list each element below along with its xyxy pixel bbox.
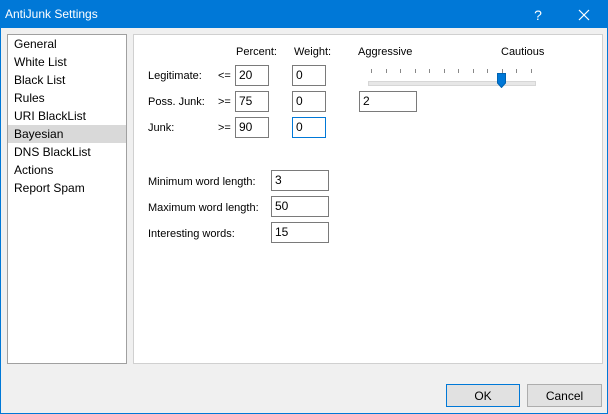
slider-tick [531,69,532,73]
sensitivity-slider-thumb[interactable] [497,73,506,88]
legitimate-label: Legitimate: [148,70,202,82]
nav-item-dns-blacklist[interactable]: DNS BlackList [8,143,126,161]
nav-item-white-list[interactable]: White List [8,53,126,71]
settings-window: AntiJunk Settings ? General White List B… [0,0,608,414]
junk-label: Junk: [148,122,175,134]
junk-operator: >= [218,122,231,134]
possible-junk-operator: >= [218,96,231,108]
help-icon: ? [534,6,542,23]
help-button[interactable]: ? [516,1,560,28]
slider-tick [444,69,445,73]
slider-tick [516,69,517,73]
nav-item-report-spam[interactable]: Report Spam [8,179,126,197]
nav-item-black-list[interactable]: Black List [8,71,126,89]
slider-tick [400,69,401,73]
bayesian-panel: Percent: Weight: Legitimate: <= 20 0 Pos… [133,34,603,364]
weight-column-header: Weight: [294,46,332,58]
nav-item-general[interactable]: General [8,35,126,53]
slider-tick [458,69,459,73]
cancel-button[interactable]: Cancel [527,384,602,407]
possible-junk-percent-input[interactable]: 75 [235,91,269,112]
ok-button[interactable]: OK [446,384,520,407]
max-word-length-input[interactable]: 50 [271,196,329,217]
slider-tick [371,69,372,73]
slider-cautious-label: Cautious [501,46,545,58]
nav-item-rules[interactable]: Rules [8,89,126,107]
slider-value-input[interactable]: 2 [359,91,417,112]
interesting-words-input[interactable]: 15 [271,222,329,243]
window-title: AntiJunk Settings [5,7,98,21]
min-word-length-label: Minimum word length: [148,176,256,188]
possible-junk-weight-input[interactable]: 0 [292,91,326,112]
slider-tick [473,69,474,73]
legitimate-percent-input[interactable]: 20 [235,65,269,86]
sensitivity-slider-track[interactable] [368,81,536,86]
slider-tick [487,69,488,73]
close-icon [578,9,590,20]
category-list[interactable]: General White List Black List Rules URI … [7,34,127,364]
max-word-length-label: Maximum word length: [148,202,259,214]
slider-tick [429,69,430,73]
percent-column-header: Percent: [236,46,277,58]
junk-weight-input[interactable]: 0 [292,117,326,138]
slider-aggressive-label: Aggressive [358,46,413,58]
legitimate-operator: <= [218,70,231,82]
nav-item-bayesian[interactable]: Bayesian [8,125,126,143]
legitimate-weight-input[interactable]: 0 [292,65,326,86]
title-bar: AntiJunk Settings ? [1,1,607,28]
min-word-length-input[interactable]: 3 [271,170,329,191]
nav-item-actions[interactable]: Actions [8,161,126,179]
possible-junk-label: Poss. Junk: [148,96,205,108]
nav-item-uri-blacklist[interactable]: URI BlackList [8,107,126,125]
junk-percent-input[interactable]: 90 [235,117,269,138]
slider-tick [386,69,387,73]
slider-tick [415,69,416,73]
interesting-words-label: Interesting words: [148,228,235,240]
close-button[interactable] [562,1,606,28]
